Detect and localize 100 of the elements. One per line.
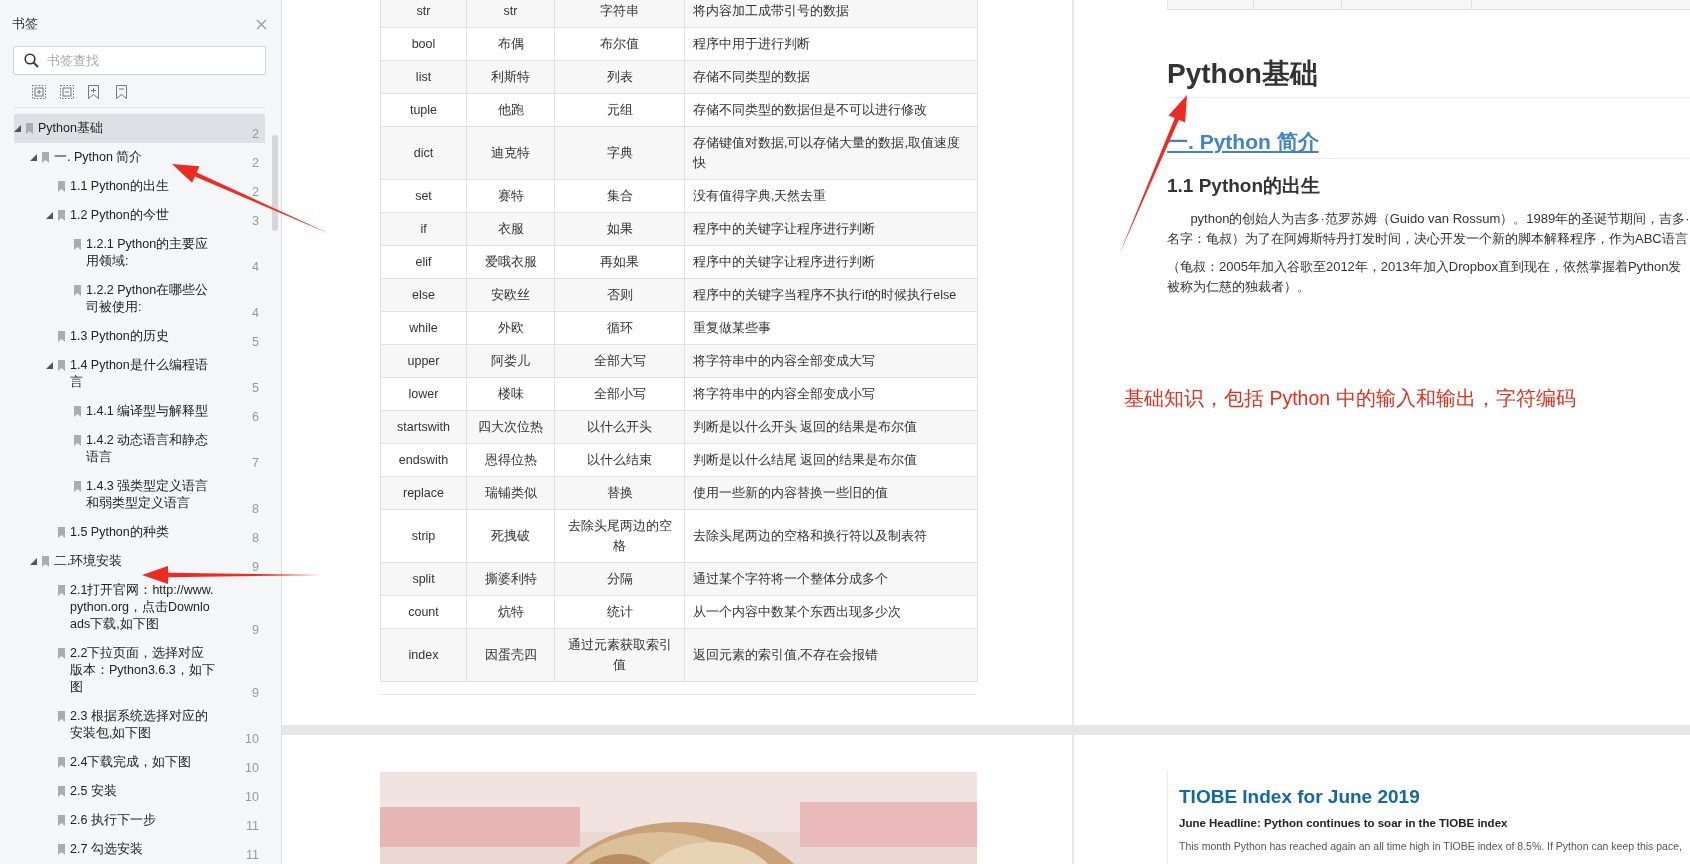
bookmark-item[interactable]: 一. Python 简介 2 bbox=[30, 143, 265, 172]
page-number: 9 bbox=[251, 559, 260, 576]
table-cell: 撕婆利特 bbox=[466, 563, 554, 595]
bookmark-item[interactable]: 1.2.1 Python的主要应用领域: 4 bbox=[62, 230, 265, 276]
bookmark-label: 1.2 Python的今世 bbox=[70, 207, 170, 224]
bookmark-label: 一. Python 简介 bbox=[54, 149, 144, 166]
page-number: 11 bbox=[245, 847, 260, 864]
bookmark-icon bbox=[41, 151, 50, 164]
bookmark-item[interactable]: 2.6 执行下一步 11 bbox=[46, 806, 265, 835]
table-cell: 存储不同类型的数据但是不可以进行修改 bbox=[684, 94, 977, 126]
annotation-text: 基础知识，包括 Python 中的输入和输出，字符编码 bbox=[1124, 386, 1577, 411]
bookmark-label: 1.2.2 Python在哪些公司被使用: bbox=[86, 282, 210, 316]
bookmark-icon bbox=[57, 785, 66, 798]
bookmark-label: 2.2下拉页面，选择对应版本：Python3.6.3，如下图 bbox=[70, 645, 216, 696]
bookmark-icon bbox=[73, 284, 82, 297]
bookmark-item[interactable]: 1.1 Python的出生 2 bbox=[46, 172, 265, 201]
table-cell: 将字符串中的内容全部变成大写 bbox=[684, 345, 977, 377]
bookmark-item[interactable]: 2.4下载完成，如下图 10 bbox=[46, 748, 265, 777]
bookmark-item[interactable]: 1.5 Python的种类 8 bbox=[46, 518, 265, 547]
add-bookmark-button[interactable] bbox=[88, 85, 102, 101]
table-cell: 元组 bbox=[554, 94, 684, 126]
bookmark-item[interactable]: Python基础 2 bbox=[14, 114, 265, 143]
table-cell-text: set bbox=[414, 188, 433, 205]
table-cell: 他跑 bbox=[466, 94, 554, 126]
table-cell: 因蛋壳四 bbox=[466, 629, 554, 681]
table-cell-text: lower bbox=[407, 386, 440, 403]
bookmark-plus-icon bbox=[88, 85, 99, 99]
bookmark-outline-icon bbox=[116, 85, 127, 99]
table-cell-text: list bbox=[414, 69, 433, 86]
bookmark-label: 1.4 Python是什么编程语言 bbox=[70, 357, 209, 391]
table-cell: 赛特 bbox=[466, 180, 554, 212]
table-cell: 楼味 bbox=[466, 378, 554, 410]
table-cell: 将字符串中的内容全部变成小写 bbox=[684, 378, 977, 410]
bookmark-label: 1.4.1 编译型与解释型 bbox=[86, 403, 210, 420]
bookmark-item[interactable]: 2.3 根据系统选择对应的安装包,如下图 10 bbox=[46, 702, 265, 748]
bookmark-item[interactable]: 2.2下拉页面，选择对应版本：Python3.6.3，如下图 9 bbox=[46, 639, 265, 702]
bookmark-icon bbox=[57, 584, 66, 597]
bookmark-icon bbox=[73, 405, 82, 418]
table-cell: 程序中的关键字当程序不执行if的时候执行else bbox=[684, 279, 977, 311]
table-cell: 四大次位热 bbox=[466, 411, 554, 443]
bookmark-icon bbox=[57, 209, 66, 222]
collapse-all-icon bbox=[60, 85, 74, 99]
expander-icon[interactable] bbox=[30, 558, 37, 565]
bookmark-label: 2.5 安装 bbox=[70, 783, 118, 800]
bookmark-label: 二.环境安装 bbox=[54, 553, 124, 570]
paragraph-line: 名字：龟叔）为了在阿姆斯特丹打发时间，决心开发一个新的脚本解释程序，作为ABC语言 bbox=[1167, 230, 1689, 248]
search-icon bbox=[24, 53, 39, 68]
page-number: 9 bbox=[251, 685, 260, 702]
paragraph-line: （龟叔：2005年加入谷歌至2012年，2013年加入Dropbox直到现在，依然掌握着Python发 bbox=[1167, 258, 1683, 276]
table-cell: 布尔值 bbox=[554, 28, 684, 60]
expander-icon[interactable] bbox=[30, 154, 37, 161]
search-field[interactable]: 书签查找 bbox=[13, 46, 266, 75]
table-cell: str bbox=[466, 0, 554, 27]
expander-icon[interactable] bbox=[46, 212, 53, 219]
bookmark-item[interactable]: 1.2.2 Python在哪些公司被使用: 4 bbox=[62, 276, 265, 322]
expander-icon[interactable] bbox=[14, 125, 21, 132]
page-number: 2 bbox=[251, 184, 260, 201]
table-cell-text: while bbox=[408, 320, 439, 337]
bookmark-item[interactable]: 1.4.3 强类型定义语言和弱类型定义语言 8 bbox=[62, 472, 265, 518]
table-cell: 程序中的关键字让程序进行判断 bbox=[684, 213, 977, 245]
collapse-all-button[interactable] bbox=[60, 85, 74, 101]
table-cell: 程序中用于进行判断 bbox=[684, 28, 977, 60]
close-icon[interactable] bbox=[256, 19, 267, 30]
page-number: 7 bbox=[251, 455, 260, 472]
table-cell: 从一个内容中数某个东西出现多少次 bbox=[684, 596, 977, 628]
table-cell: 去除头尾两边的空格和换行符以及制表符 bbox=[684, 510, 977, 562]
table-cell: 以什么开头 bbox=[554, 411, 684, 443]
page-heading: Python基础 bbox=[1167, 57, 1318, 91]
bookmark-label: 2.4下载完成，如下图 bbox=[70, 754, 193, 771]
bookmark-item[interactable]: 1.3 Python的历史 5 bbox=[46, 322, 265, 351]
table-cell: 重复做某些事 bbox=[684, 312, 977, 344]
table-cell-text: upper bbox=[406, 353, 441, 370]
bookmark-item[interactable]: 1.4.1 编译型与解释型 6 bbox=[62, 397, 265, 426]
bookmark-item[interactable]: 2.1打开官网：http://www.python.org，点击Downloads下载,如下图 9 bbox=[46, 576, 265, 639]
table-cell: 程序中的关键字让程序进行判断 bbox=[684, 246, 977, 278]
bookmark-icon bbox=[25, 122, 34, 135]
table-cell: 以什么结束 bbox=[554, 444, 684, 476]
bookmark-button[interactable] bbox=[116, 85, 130, 101]
bookmark-item[interactable]: 1.2 Python的今世 3 bbox=[46, 201, 265, 230]
table-cell-text: if bbox=[419, 221, 428, 238]
table-cell: 如果 bbox=[554, 213, 684, 245]
bookmark-icon bbox=[41, 555, 50, 568]
table-cell: 使用一些新的内容替换一些旧的值 bbox=[684, 477, 977, 509]
table-cell: 利斯特 bbox=[466, 61, 554, 93]
table-cell: 去除头尾两边的空格 bbox=[554, 510, 684, 562]
bookmark-item[interactable]: 二.环境安装 9 bbox=[30, 547, 265, 576]
bookmark-icon bbox=[73, 434, 82, 447]
paragraph-line: 被称为仁慈的独裁者）。 bbox=[1167, 278, 1311, 296]
bookmark-icon bbox=[57, 330, 66, 343]
expand-all-button[interactable] bbox=[32, 85, 46, 101]
bookmark-item[interactable]: 2.5 安装 10 bbox=[46, 777, 265, 806]
expander-icon[interactable] bbox=[46, 362, 53, 369]
bookmark-item[interactable]: 1.4 Python是什么编程语言 5 bbox=[46, 351, 265, 397]
bookmark-item[interactable]: 1.4.2 动态语言和静态语言 7 bbox=[62, 426, 265, 472]
table-cell: 替换 bbox=[554, 477, 684, 509]
bookmark-item[interactable]: 2.7 勾选安装 11 bbox=[46, 835, 265, 864]
table-cell: 恩得位热 bbox=[466, 444, 554, 476]
table-cell: 否则 bbox=[554, 279, 684, 311]
scrollbar[interactable] bbox=[272, 135, 278, 231]
article-headline: June Headline: Python continues to soar in the TIOBE index bbox=[1179, 817, 1509, 829]
